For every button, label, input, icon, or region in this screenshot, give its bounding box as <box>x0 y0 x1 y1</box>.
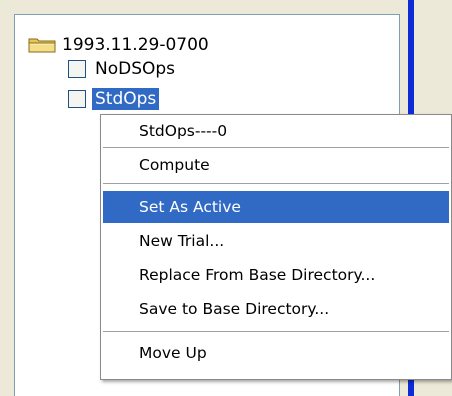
menu-header-label: StdOps----0 <box>139 122 228 140</box>
screen: 1993.11.29-0700 NoDSOps StdOps StdOps---… <box>0 0 452 396</box>
menu-separator <box>103 147 449 148</box>
menu-item-set-as-active[interactable]: Set As Active <box>103 191 449 223</box>
tree-node-label: NoDSOps <box>95 59 176 79</box>
menu-item-move-up[interactable]: Move Up <box>103 337 449 369</box>
tree-node-label-selected: StdOps <box>92 88 160 110</box>
tree-root-node[interactable]: 1993.11.29-0700 <box>28 34 209 56</box>
tree-node-nodsops[interactable]: NoDSOps <box>68 58 178 80</box>
tree-root-label: 1993.11.29-0700 <box>62 35 209 55</box>
menu-item-save-to-base[interactable]: Save to Base Directory... <box>103 293 449 325</box>
checkbox-icon[interactable] <box>68 90 86 108</box>
context-menu: StdOps----0 Compute Set As Active New Tr… <box>100 114 452 380</box>
folder-open-icon <box>28 36 58 54</box>
menu-item-new-trial[interactable]: New Trial... <box>103 225 449 257</box>
menu-item-compute[interactable]: Compute <box>103 149 449 181</box>
menu-separator <box>103 331 449 332</box>
checkbox-icon[interactable] <box>68 60 86 78</box>
menu-separator <box>103 183 449 184</box>
menu-item-replace-from-base[interactable]: Replace From Base Directory... <box>103 259 449 291</box>
tree-node-stdops[interactable]: StdOps <box>68 88 160 110</box>
